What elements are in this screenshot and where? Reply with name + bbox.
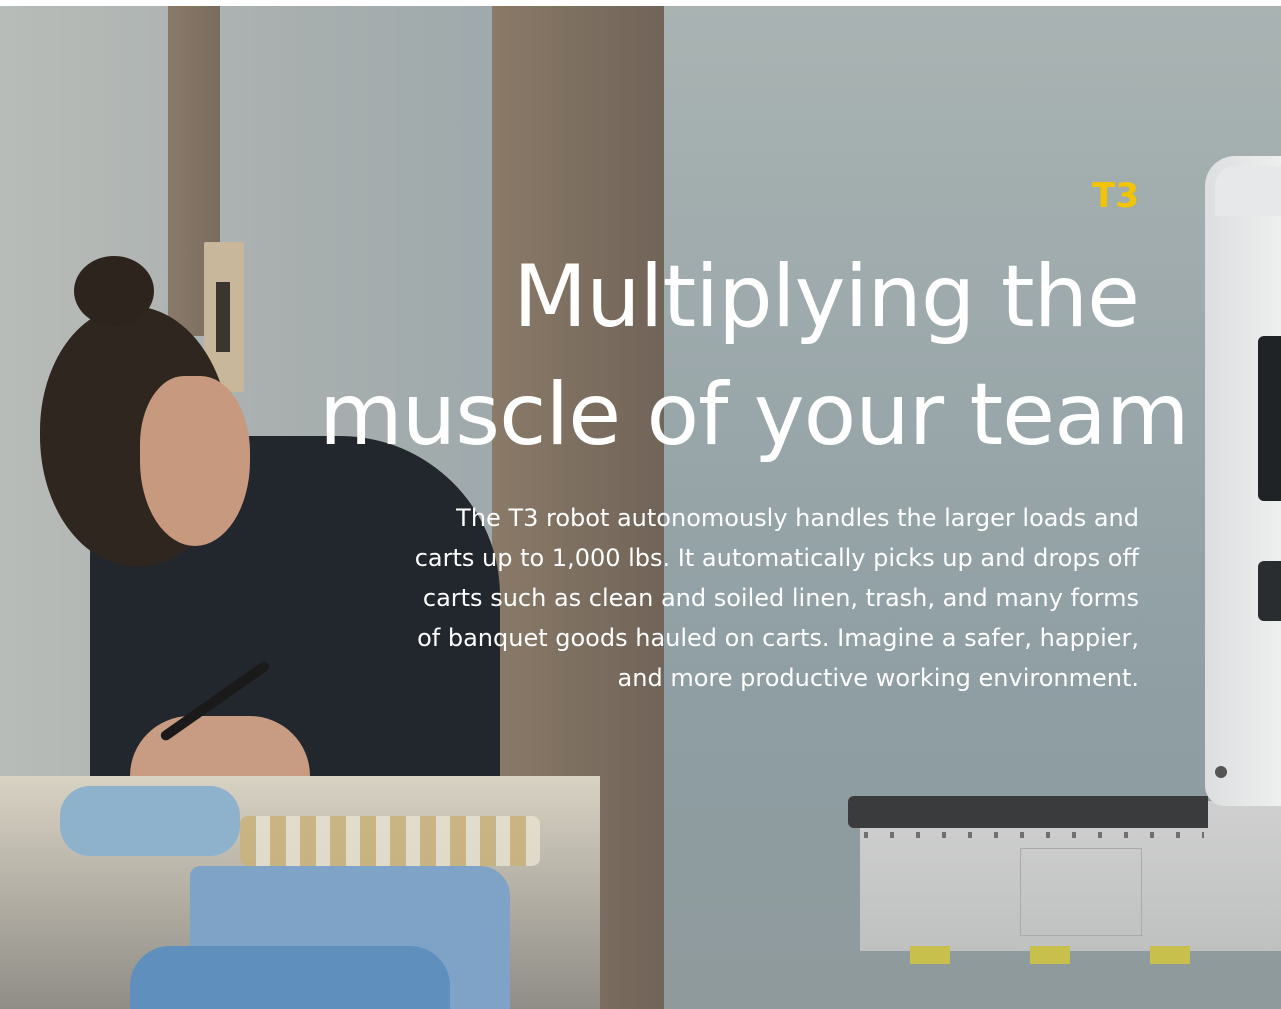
blue-linen-front	[130, 946, 450, 1009]
description-line: carts such as clean and soiled linen, tr…	[422, 584, 1139, 612]
robot-indicator	[1215, 766, 1227, 778]
worker-face	[140, 376, 250, 546]
hero-description: The T3 robot autonomously handles the la…	[339, 498, 1139, 698]
robot-lift-arm	[848, 796, 1208, 828]
headline-line: muscle of your team	[319, 365, 1190, 465]
robot-slot	[1258, 561, 1281, 621]
hero-headline: Multiplying the muscle of your team	[319, 238, 1190, 474]
description-line: of banquet goods hauled on carts. Imagin…	[417, 624, 1139, 652]
robot-screen	[1258, 336, 1281, 501]
worker-hair-bun	[74, 256, 154, 326]
description-line: and more productive working environment.	[617, 664, 1139, 692]
robot-rivet-stripe	[864, 832, 1204, 838]
robot-panel	[1020, 848, 1142, 936]
blue-napkin	[60, 786, 240, 856]
headline-line: Multiplying the	[512, 247, 1140, 347]
cutlery-tray	[240, 816, 540, 866]
product-eyebrow: T3	[1092, 176, 1139, 216]
description-line: The T3 robot autonomously handles the la…	[456, 504, 1139, 532]
hero-banner: T3 Multiplying the muscle of your team T…	[0, 6, 1281, 1009]
robot-top	[1215, 166, 1281, 216]
robot-wheels	[910, 946, 1270, 964]
hero-content: T3 Multiplying the muscle of your team T…	[319, 176, 1190, 698]
description-line: carts up to 1,000 lbs. It automatically …	[414, 544, 1139, 572]
